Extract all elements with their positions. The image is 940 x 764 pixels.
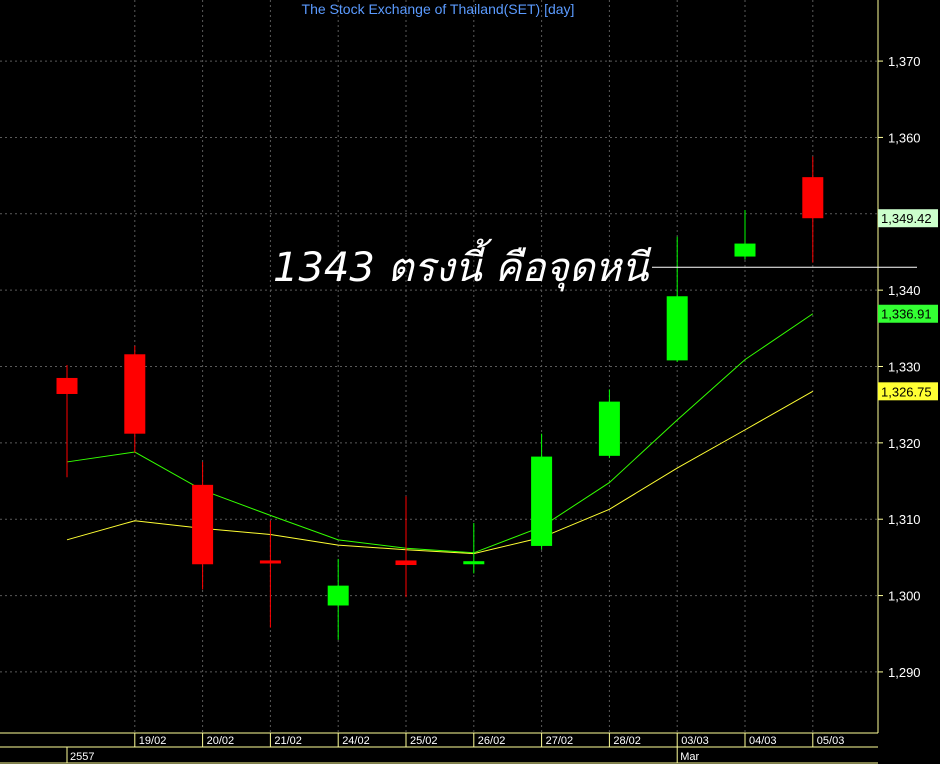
- chart-title: The Stock Exchange of Thailand(SET) [day…: [302, 1, 575, 17]
- candle-body: [124, 354, 146, 434]
- y-tick-label: 1,330: [888, 360, 921, 375]
- candle-body: [327, 585, 349, 606]
- candle-body: [802, 177, 824, 219]
- x-tick-label: 04/03: [749, 735, 777, 747]
- candle-body: [463, 561, 485, 565]
- y-tick-label: 1,320: [888, 436, 921, 451]
- y-tick-label: 1,340: [888, 283, 921, 298]
- candle-body: [531, 456, 553, 546]
- x-tick-label: 26/02: [478, 735, 506, 747]
- year-label: 2557: [70, 751, 94, 763]
- candle-body: [598, 401, 620, 456]
- month-label: Mar: [680, 751, 699, 763]
- x-axis-band: [0, 733, 878, 764]
- price-tag-label: 1,336.91: [881, 307, 932, 322]
- candle-body: [192, 484, 214, 565]
- y-tick-label: 1,310: [888, 512, 921, 527]
- y-tick-label: 1,360: [888, 130, 921, 145]
- price-tag-label: 1,349.42: [881, 211, 932, 226]
- candle-body: [734, 243, 756, 257]
- candle-body: [259, 560, 281, 564]
- candle-body: [666, 296, 688, 361]
- candle-body: [395, 560, 417, 566]
- candle-body: [56, 377, 78, 394]
- x-tick-label: 24/02: [342, 735, 370, 747]
- x-tick-label: 28/02: [613, 735, 641, 747]
- annotation-text: 1343 ตรงนี้ คือจุดหนี: [273, 238, 652, 292]
- price-tag-label: 1,326.75: [881, 384, 932, 399]
- candlestick-chart: 1,2901,3001,3101,3201,3301,3401,3501,360…: [0, 0, 940, 764]
- y-tick-label: 1,370: [888, 54, 921, 69]
- x-tick-label: 21/02: [274, 735, 302, 747]
- y-tick-label: 1,300: [888, 589, 921, 604]
- x-tick-label: 19/02: [139, 735, 167, 747]
- y-tick-label: 1,290: [888, 665, 921, 680]
- x-tick-label: 25/02: [410, 735, 438, 747]
- x-tick-label: 03/03: [681, 735, 709, 747]
- x-tick-label: 20/02: [207, 735, 235, 747]
- x-tick-label: 27/02: [546, 735, 574, 747]
- x-tick-label: 05/03: [817, 735, 845, 747]
